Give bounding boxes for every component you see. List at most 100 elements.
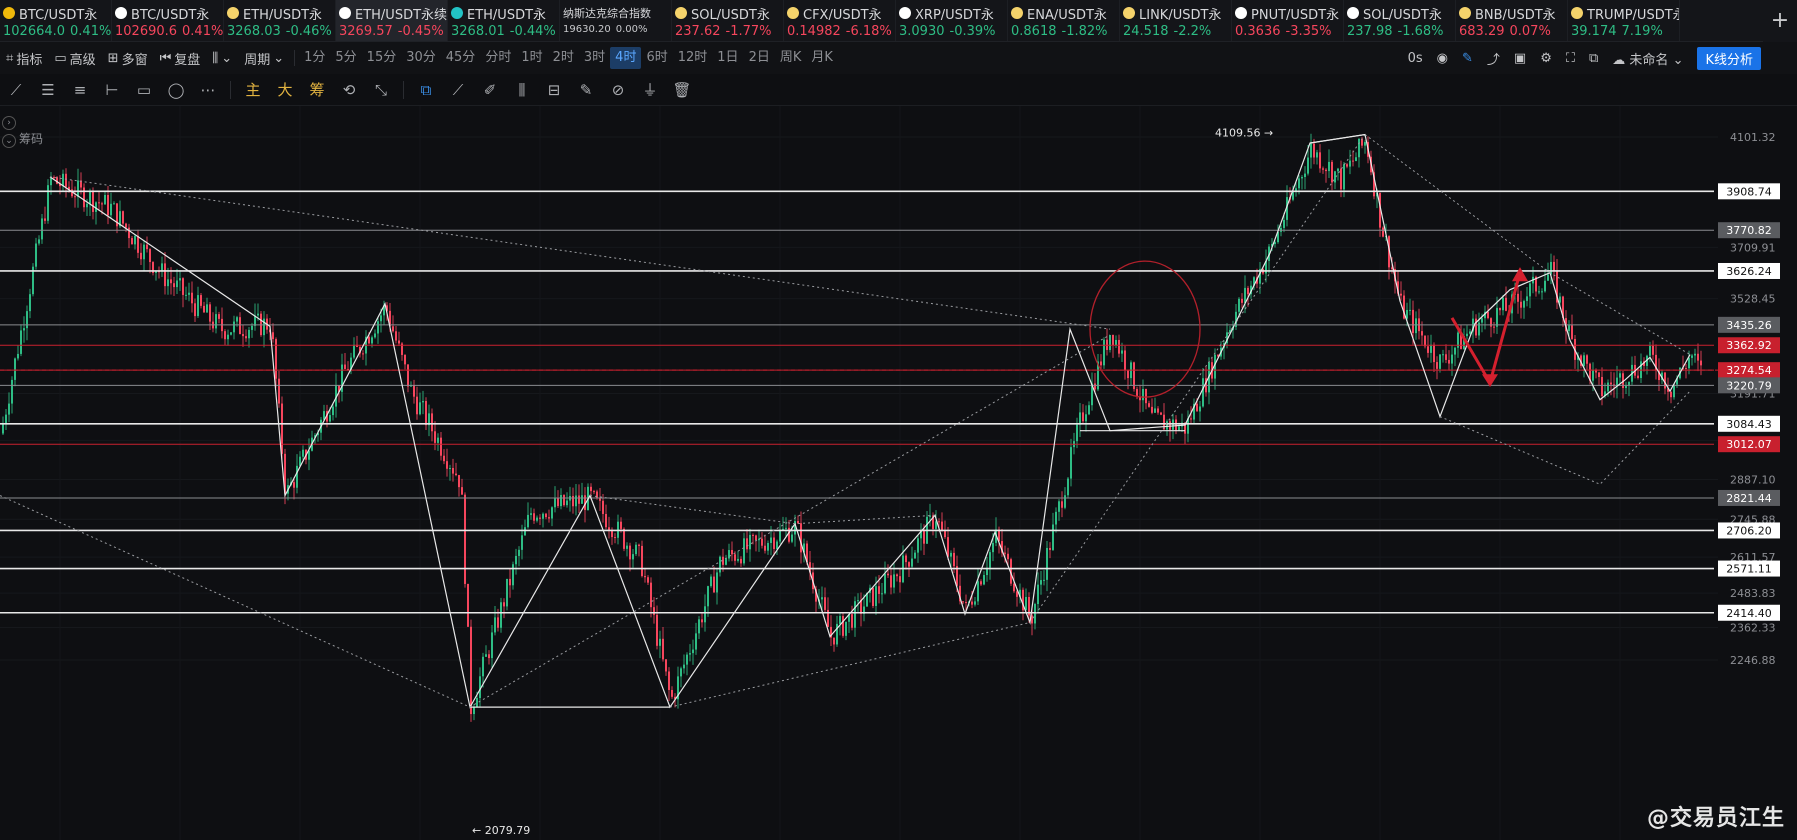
camera-icon[interactable]: ◉	[1437, 51, 1448, 66]
ticker-item[interactable]: TRUMP/USDT永 39.174 7.19%	[1568, 0, 1680, 41]
chart-area[interactable]: 4109.56 → ← 2079.79 4101.32 3709.91 3528.45…	[0, 106, 1797, 840]
candle-body	[1013, 583, 1015, 592]
pattern-icon[interactable]: ⫼	[506, 74, 538, 106]
candle-body	[1568, 325, 1570, 332]
interval-option[interactable]: 45分	[441, 47, 481, 69]
kline-analysis-button[interactable]: K线分析	[1697, 46, 1761, 70]
interval-option[interactable]: 2时	[548, 47, 579, 69]
dotted-trendline[interactable]	[669, 134, 1366, 708]
ticker-price: 0.3636	[1235, 24, 1281, 39]
candle-body	[1688, 357, 1690, 369]
zigzag-drawing[interactable]	[49, 133, 1691, 709]
candle-body	[437, 437, 439, 443]
ticker-item[interactable]: XRP/USDT永 3.0930 -0.39%	[896, 0, 1008, 41]
candle-body	[404, 354, 406, 365]
ticker-item[interactable]: BTC/USDT永 102690.6 0.41%	[112, 0, 224, 41]
horizontal-lines-icon[interactable]: ☰	[32, 74, 64, 106]
chart-type-dropdown[interactable]: ⫼ ⌄	[206, 42, 238, 74]
ticker-item[interactable]: SOL/USDT永 237.98 -1.68%	[1344, 0, 1456, 41]
candle-body	[1466, 333, 1468, 337]
parallel-channel-icon[interactable]: ≡	[64, 74, 96, 106]
candle-body	[983, 575, 985, 585]
brush-icon[interactable]: ✐	[474, 74, 506, 106]
circle-icon[interactable]: ◯	[160, 74, 192, 106]
filter-icon[interactable]: ⏚	[634, 74, 666, 106]
interval-option[interactable]: 4时	[610, 47, 642, 69]
dotted-trendline[interactable]	[0, 495, 471, 708]
fullscreen-icon[interactable]: ⛶	[1566, 51, 1575, 66]
share-icon[interactable]: ⤴	[1487, 49, 1500, 68]
dotted-trendline[interactable]	[469, 334, 1111, 708]
candle-body	[242, 334, 244, 337]
chips-button[interactable]: 筹	[301, 74, 333, 106]
interval-option[interactable]: 2日	[744, 47, 775, 69]
chips-toggle[interactable]: › ⌄ 筹码	[2, 114, 43, 148]
replay-button[interactable]: ⏮ 复盘	[154, 42, 207, 74]
lock-icon[interactable]: ⊟	[538, 74, 570, 106]
period-dropdown[interactable]: 周期 ⌄	[238, 42, 290, 74]
ruler-icon[interactable]: ⟋	[442, 74, 474, 106]
candle-body	[398, 340, 400, 344]
magnet-icon[interactable]: ⊘	[602, 74, 634, 106]
candle-body	[1454, 347, 1456, 355]
candle-body	[1340, 168, 1342, 190]
interval-option[interactable]: 1分	[299, 47, 330, 69]
ticker-item[interactable]: ENA/USDT永 0.8618 -1.82%	[1008, 0, 1120, 41]
pencil-icon[interactable]: ✎	[1462, 51, 1473, 66]
settings-icon[interactable]: ⚙	[1540, 51, 1552, 66]
ticker-item[interactable]: BNB/USDT永 683.29 0.07%	[1456, 0, 1568, 41]
dotted-trendline[interactable]	[1439, 390, 1691, 485]
popout-icon[interactable]: ⧉	[1589, 51, 1598, 66]
layout-dropdown[interactable]: ☁ 未命名 ⌄	[1612, 49, 1683, 68]
candle-body	[1037, 584, 1039, 605]
large-order-button[interactable]: 大	[269, 74, 301, 106]
candle-body	[431, 413, 433, 432]
ticker-item[interactable]: 纳斯达克综合指数 19630.20 0.00%	[560, 0, 672, 41]
advanced-button[interactable]: ▭ 高级	[48, 42, 101, 74]
candle-body	[1439, 354, 1441, 369]
main-indicator-button[interactable]: 主	[237, 74, 269, 106]
note-icon[interactable]: ✎	[570, 74, 602, 106]
rectangle-icon[interactable]: ▭	[128, 74, 160, 106]
candle-body	[1649, 345, 1651, 356]
ticker-price: 102664.0	[3, 24, 66, 39]
indicators-button[interactable]: ⌗ 指标	[0, 42, 48, 74]
ticker-item[interactable]: ETH/USDT永 3268.03 -0.46%	[224, 0, 336, 41]
ticker-item[interactable]: PNUT/USDT永 0.3636 -3.35%	[1232, 0, 1344, 41]
measure-icon[interactable]: ⤡	[365, 74, 397, 106]
ticker-item[interactable]: LINK/USDT永 24.518 -2.2%	[1120, 0, 1232, 41]
candle-body	[950, 552, 952, 557]
copy-icon[interactable]: ⧉	[410, 74, 442, 106]
price-chart[interactable]: 4109.56 → ← 2079.79 4101.32 3709.91 3528.45…	[0, 106, 1797, 840]
ticker-item[interactable]: ETH/USDT永续 3269.57 -0.45%	[336, 0, 448, 41]
interval-option[interactable]: 15分	[362, 47, 402, 69]
candle-body	[1409, 309, 1411, 311]
interval-option[interactable]: 5分	[330, 47, 361, 69]
interval-option[interactable]: 3时	[579, 47, 610, 69]
horizontal-ray-icon[interactable]: ⊢	[96, 74, 128, 106]
candle-body	[701, 619, 703, 623]
add-ticker-button[interactable]: +	[1763, 0, 1797, 42]
more-icon[interactable]: ⋯	[192, 74, 224, 106]
interval-option[interactable]: 月K	[806, 47, 838, 69]
interval-option[interactable]: 周K	[775, 47, 807, 69]
ticker-item[interactable]: CFX/USDT永 0.14982 -6.18%	[784, 0, 896, 41]
interval-option[interactable]: 分时	[480, 47, 516, 69]
interval-option[interactable]: 12时	[673, 47, 713, 69]
multi-window-button[interactable]: ⊞ 多窗	[102, 42, 154, 74]
ticker-item[interactable]: BTC/USDT永 102664.0 0.41%	[0, 0, 112, 41]
interval-option[interactable]: 1时	[516, 47, 547, 69]
interval-option[interactable]: 1日	[712, 47, 743, 69]
compare-icon[interactable]: ⟲	[333, 74, 365, 106]
trash-icon[interactable]: 🗑	[666, 74, 698, 106]
candle-body	[557, 498, 559, 507]
interval-option[interactable]: 6时	[641, 47, 672, 69]
trend-line-icon[interactable]: ⟋	[0, 74, 32, 106]
trendline[interactable]	[1309, 133, 1366, 144]
ticker-item[interactable]: ETH/USDT永 3268.01 -0.44%	[448, 0, 560, 41]
interval-option[interactable]: 30分	[401, 47, 441, 69]
candle-body	[1166, 421, 1168, 430]
ticker-item[interactable]: SOL/USDT永 237.62 -1.77%	[672, 0, 784, 41]
candle-body	[596, 491, 598, 499]
save-icon[interactable]: ▣	[1514, 51, 1526, 66]
